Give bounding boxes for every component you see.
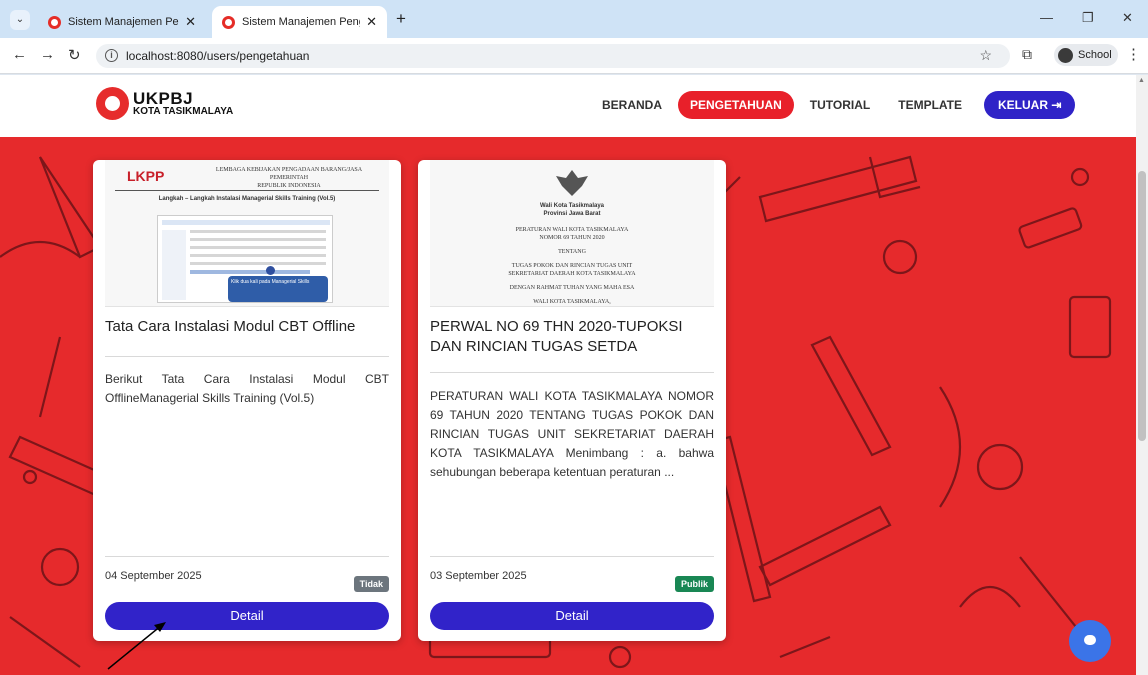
browser-tab-bar: ⌄ Sistem Manajemen Pengetahuan ✕ Sistem … — [0, 0, 1148, 38]
thumb-divider — [115, 190, 379, 191]
window-close-icon[interactable]: ✕ — [1122, 10, 1133, 26]
thumb-header-line: LEMBAGA KEBIJAKAN PENGADAAN BARANG/JASA … — [215, 167, 363, 181]
scrollbar-thumb[interactable] — [1138, 171, 1146, 441]
card-thumbnail[interactable]: Wali Kota Tasikmalaya Provinsi Jawa Bara… — [430, 160, 714, 307]
browser-toolbar: ← → ↻ i localhost:8080/users/pengetahuan… — [0, 38, 1148, 74]
card-divider — [430, 372, 714, 373]
nav-template[interactable]: TEMPLATE — [886, 91, 974, 119]
thumb-line: WALI KOTA TASIKMALAYA, — [533, 299, 611, 305]
bookmark-star-icon[interactable]: ☆ — [979, 47, 992, 64]
card-description: PERATURAN WALI KOTA TASIKMALAYA NOMOR 69… — [430, 389, 714, 479]
thumb-heading: Langkah – Langkah Instalasi Managerial S… — [158, 196, 336, 202]
site-favicon-icon — [222, 15, 235, 29]
thumb-callout: Klik dua kali pada Managerial Skills — [228, 276, 328, 302]
web-page: UKPBJ KOTA TASIKMALAYA BERANDA PENGETAHU… — [0, 75, 1136, 675]
tab-search-icon[interactable]: ⌄ — [10, 10, 30, 30]
site-favicon-icon — [48, 15, 61, 29]
nav-pengetahuan[interactable]: PENGETAHUAN — [678, 91, 794, 119]
card-thumbnail[interactable]: LKPP LEMBAGA KEBIJAKAN PENGADAAN BARANG/… — [105, 160, 389, 307]
detail-button[interactable]: Detail — [430, 602, 714, 630]
browser-menu-icon[interactable]: ⋮ — [1126, 45, 1141, 63]
site-info-icon[interactable]: i — [105, 49, 118, 62]
thumb-line: Wali Kota Tasikmalaya — [539, 203, 605, 209]
close-tab-icon[interactable]: ✕ — [366, 14, 377, 30]
card-divider — [105, 356, 389, 357]
new-tab-icon[interactable]: + — [396, 9, 406, 29]
annotation-arrow-icon — [107, 622, 166, 670]
thumb-line: PERATURAN WALI KOTA TASIKMALAYA — [515, 227, 629, 233]
restore-icon[interactable]: ❐ — [1082, 10, 1094, 26]
profile-button[interactable]: School — [1054, 44, 1118, 66]
url-text[interactable]: localhost:8080/users/pengetahuan — [126, 49, 309, 63]
reload-icon[interactable]: ↻ — [68, 46, 81, 64]
card-date: 03 September 2025 — [430, 570, 527, 582]
thumb-line: TENTANG — [558, 249, 586, 255]
thumb-header-line: REPUBLIK INDONESIA — [257, 183, 321, 189]
close-tab-icon[interactable]: ✕ — [185, 14, 196, 30]
main-nav: BERANDA PENGETAHUAN TUTORIAL TEMPLATE KE… — [586, 91, 1076, 119]
browser-tab-1[interactable]: Sistem Manajemen Pengetahuan ✕ — [38, 6, 206, 38]
card-divider — [430, 556, 714, 557]
logout-button[interactable]: KELUAR ⇥ — [984, 91, 1076, 119]
profile-label: School — [1078, 49, 1112, 61]
card-divider — [105, 556, 389, 557]
thumb-line: Provinsi Jawa Barat — [543, 211, 601, 217]
tab-title: Sistem Manajemen Pengetahuan — [242, 16, 360, 28]
nav-tutorial[interactable]: TUTORIAL — [798, 91, 882, 119]
thumb-screenshot: Klik dua kali pada Managerial Skills — [157, 215, 333, 303]
chat-bubble-icon[interactable] — [1069, 620, 1111, 662]
thumb-line: DENGAN RAHMAT TUHAN YANG MAHA ESA — [509, 285, 635, 291]
avatar — [1058, 47, 1073, 63]
card-title: Tata Cara Instalasi Modul CBT Offline — [105, 318, 356, 335]
logo-subtitle: KOTA TASIKMALAYA — [133, 106, 234, 117]
knowledge-card: Wali Kota Tasikmalaya Provinsi Jawa Bara… — [418, 160, 726, 641]
forward-icon[interactable]: → — [40, 46, 55, 63]
nav-beranda[interactable]: BERANDA — [590, 91, 674, 119]
tab-title: Sistem Manajemen Pengetahuan — [68, 16, 179, 28]
visibility-badge: Publik — [674, 576, 714, 592]
card-title: PERWAL NO 69 THN 2020-TUPOKSI DAN RINCIA… — [430, 318, 683, 355]
lkpp-logo: LKPP — [127, 168, 165, 184]
garuda-emblem-icon — [554, 168, 590, 198]
site-header: UKPBJ KOTA TASIKMALAYA BERANDA PENGETAHU… — [0, 75, 1136, 137]
extensions-icon[interactable]: ⧉ — [1022, 46, 1032, 63]
browser-tab-2[interactable]: Sistem Manajemen Pengetahuan ✕ — [212, 6, 387, 38]
thumb-line: SEKRETARIAT DAERAH KOTA TASIKMALAYA — [508, 271, 636, 277]
card-date: 04 September 2025 — [105, 570, 202, 582]
site-logo[interactable]: UKPBJ KOTA TASIKMALAYA — [96, 87, 233, 120]
page-scrollbar[interactable]: ▲ — [1136, 75, 1148, 675]
address-bar[interactable]: i localhost:8080/users/pengetahuan ☆ — [96, 44, 1010, 68]
card-description: Berikut Tata Cara Instalasi Modul CBT Of… — [105, 372, 389, 405]
knowledge-card: LKPP LEMBAGA KEBIJAKAN PENGADAAN BARANG/… — [93, 160, 401, 641]
logo-mark-icon — [96, 87, 129, 120]
scroll-up-icon[interactable]: ▲ — [1138, 77, 1145, 84]
visibility-badge: Tidak — [353, 576, 389, 592]
minimize-icon[interactable]: — — [1040, 10, 1053, 25]
thumb-line: TUGAS POKOK DAN RINCIAN TUGAS UNIT — [511, 263, 633, 269]
logo-title: UKPBJ — [133, 89, 194, 108]
thumb-line: NOMOR 69 TAHUN 2020 — [539, 235, 605, 241]
back-icon[interactable]: ← — [12, 46, 27, 63]
